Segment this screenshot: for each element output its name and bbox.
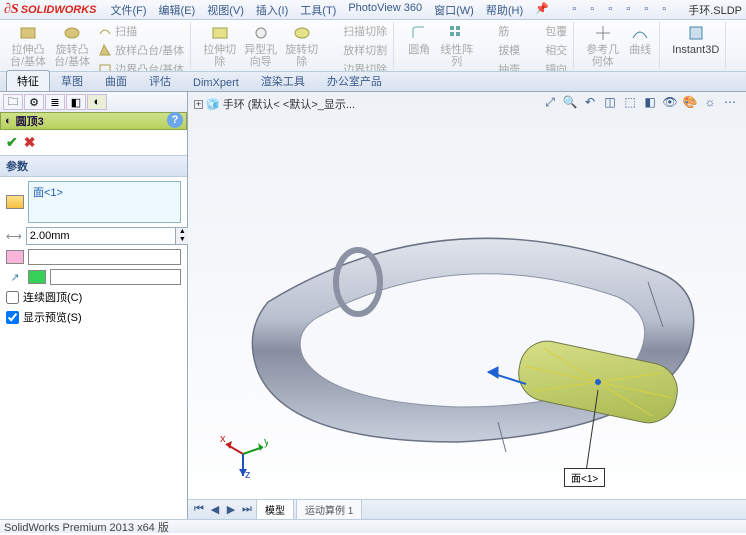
distance-spin[interactable]: ▲▼	[26, 227, 190, 245]
new-icon[interactable]: ▫	[572, 3, 586, 17]
show-preview-checkbox[interactable]: 显示预览(S)	[6, 309, 181, 325]
property-panel: 🗀 ⚙ ≣ ◧ ◐ ◐ 圆顶3 ? ✔ ✖ 参数 面<1>	[0, 92, 188, 519]
params-section-header[interactable]: 参数	[0, 155, 187, 177]
menu-tools[interactable]: 工具(T)	[300, 2, 336, 18]
document-name: 手环.SLDP	[688, 2, 742, 18]
viewport-bottom-bar: ⏮ ◀ ▶ ⏭ 模型 运动算例 1	[188, 499, 746, 519]
panel-tab-config-icon[interactable]: ≣	[45, 94, 65, 110]
cut-swept-button[interactable]: 扫描切除	[324, 22, 389, 40]
title-quick-access: ▫ ▫ ▫ ▫ ▫ ▫ 手环.SLDP	[572, 2, 742, 18]
panel-tab-icons: 🗀 ⚙ ≣ ◧ ◐	[0, 92, 187, 112]
menu-pin-icon[interactable]: 📌	[535, 2, 549, 18]
menu-insert[interactable]: 插入(I)	[256, 2, 288, 18]
menu-file[interactable]: 文件(F)	[111, 2, 147, 18]
tab-sketch[interactable]: 草图	[50, 70, 94, 91]
panel-tab-display-icon[interactable]: ◧	[66, 94, 86, 110]
preview-checkbox-input[interactable]	[6, 311, 19, 324]
spin-up[interactable]: ▲	[176, 228, 189, 236]
menu-help[interactable]: 帮助(H)	[486, 2, 523, 18]
app-logo: ∂S SOLIDWORKS	[4, 2, 97, 18]
svg-text:z: z	[245, 469, 251, 479]
direction-swatch-icon[interactable]	[6, 250, 24, 264]
ok-button[interactable]: ✔	[6, 134, 18, 151]
first-view-icon[interactable]: ⏮	[192, 503, 206, 517]
command-tabs: 特征 草图 曲面 评估 DimXpert 渲染工具 办公室产品	[0, 72, 746, 92]
hole-wizard-button[interactable]: 异型孔 向导	[242, 22, 279, 70]
distance-input[interactable]	[27, 228, 175, 244]
curves-button[interactable]: 曲线	[625, 22, 655, 58]
cut-revolve-button[interactable]: 旋转切 除	[283, 22, 320, 70]
panel-tab-property-icon[interactable]: ⚙	[24, 94, 44, 110]
dome-icon: ◐	[5, 115, 12, 127]
tab-render[interactable]: 渲染工具	[250, 70, 316, 91]
continuous-checkbox-input[interactable]	[6, 291, 19, 304]
status-bar: SolidWorks Premium 2013 x64 版	[0, 519, 746, 533]
face-callout[interactable]: 面<1>	[564, 468, 605, 487]
feature-header: ◐ 圆顶3	[0, 112, 187, 130]
shell-button[interactable]: 抽壳	[479, 60, 522, 72]
linear-pattern-button[interactable]: 线性阵 列	[438, 22, 475, 70]
help-button[interactable]: ?	[167, 112, 183, 128]
lofted-boss-button[interactable]: 放样凸台/基体	[96, 41, 186, 59]
ok-cancel-row: ✔ ✖	[0, 130, 187, 155]
cancel-button[interactable]: ✖	[24, 134, 36, 151]
instant3d-button[interactable]: Instant3D	[670, 22, 721, 58]
ribbon: 拉伸凸 台/基体 旋转凸 台/基体 扫描 放样凸台/基体 边界凸台/基体 拉伸切…	[0, 20, 746, 72]
draft-button[interactable]: 拔模	[479, 41, 522, 59]
direction-selection[interactable]	[28, 249, 181, 265]
face-select-icon[interactable]	[6, 195, 24, 209]
menu-window[interactable]: 窗口(W)	[434, 2, 474, 18]
menu-photoview[interactable]: PhotoView 360	[348, 2, 422, 18]
feature-name-label: 圆顶3	[16, 113, 44, 129]
tab-surfaces[interactable]: 曲面	[94, 70, 138, 91]
print-icon[interactable]: ▫	[626, 3, 640, 17]
boss-extrude-button[interactable]: 拉伸凸 台/基体	[8, 22, 48, 70]
viewport[interactable]: + 🧊 手环 (默认< <默认>_显示... ⤢ 🔍 ↶ ◫ ⬚ ◧ 👁 🎨 ☼…	[188, 92, 746, 519]
options-icon[interactable]: ▫	[662, 3, 676, 17]
cut-lofted-button[interactable]: 放样切割	[324, 41, 389, 59]
last-view-icon[interactable]: ⏭	[240, 503, 254, 517]
spin-down[interactable]: ▼	[176, 236, 189, 244]
rib-button[interactable]: 筋	[479, 22, 522, 40]
intersect-button[interactable]: 相交	[526, 41, 569, 59]
tab-evaluate[interactable]: 评估	[138, 70, 182, 91]
swept-boss-button[interactable]: 扫描	[96, 22, 186, 40]
prev-view-nav-icon[interactable]: ◀	[208, 503, 222, 517]
cut-extrude-button[interactable]: 拉伸切 除	[201, 22, 238, 70]
svg-text:x: x	[220, 433, 226, 445]
fillet-button[interactable]: 圆角	[404, 22, 434, 58]
constraint-icon: ↗	[6, 271, 24, 284]
face-selection-list[interactable]: 面<1>	[28, 181, 181, 223]
menu-view[interactable]: 视图(V)	[207, 2, 244, 18]
title-bar: ∂S SOLIDWORKS 文件(F) 编辑(E) 视图(V) 插入(I) 工具…	[0, 0, 746, 20]
constraint-swatch-icon[interactable]	[28, 270, 46, 284]
menu-edit[interactable]: 编辑(E)	[159, 2, 196, 18]
distance-icon: ⟷	[6, 230, 22, 243]
face-item[interactable]: 面<1>	[33, 184, 176, 200]
logo-ds-icon: ∂S	[4, 2, 19, 18]
open-icon[interactable]: ▫	[590, 3, 604, 17]
panel-tab-feature-tree-icon[interactable]: 🗀	[3, 94, 23, 110]
next-view-nav-icon[interactable]: ▶	[224, 503, 238, 517]
model-render	[188, 92, 746, 519]
bottom-tab-model[interactable]: 模型	[256, 499, 294, 519]
constraint-selection[interactable]	[50, 269, 181, 285]
boss-revolve-button[interactable]: 旋转凸 台/基体	[52, 22, 92, 70]
bottom-tab-motion[interactable]: 运动算例 1	[296, 499, 362, 519]
ref-geometry-button[interactable]: 参考几 何体	[584, 22, 621, 70]
svg-text:y: y	[264, 436, 268, 448]
logo-text: SOLIDWORKS	[21, 4, 97, 16]
mirror-button[interactable]: 镜向	[526, 60, 569, 72]
status-text: SolidWorks Premium 2013 x64 版	[4, 519, 169, 535]
continuous-dome-checkbox[interactable]: 连续圆顶(C)	[6, 289, 181, 305]
tab-dimxpert[interactable]: DimXpert	[182, 74, 250, 91]
rebuild-icon[interactable]: ▫	[644, 3, 658, 17]
save-icon[interactable]: ▫	[608, 3, 622, 17]
wrap-button[interactable]: 包覆	[526, 22, 569, 40]
menu-bar: 文件(F) 编辑(E) 视图(V) 插入(I) 工具(T) PhotoView …	[111, 2, 549, 18]
panel-tab-dome-icon[interactable]: ◐	[87, 94, 107, 110]
tab-office[interactable]: 办公室产品	[316, 70, 393, 91]
tab-features[interactable]: 特征	[6, 70, 50, 91]
view-triad[interactable]: y x z	[218, 429, 268, 479]
